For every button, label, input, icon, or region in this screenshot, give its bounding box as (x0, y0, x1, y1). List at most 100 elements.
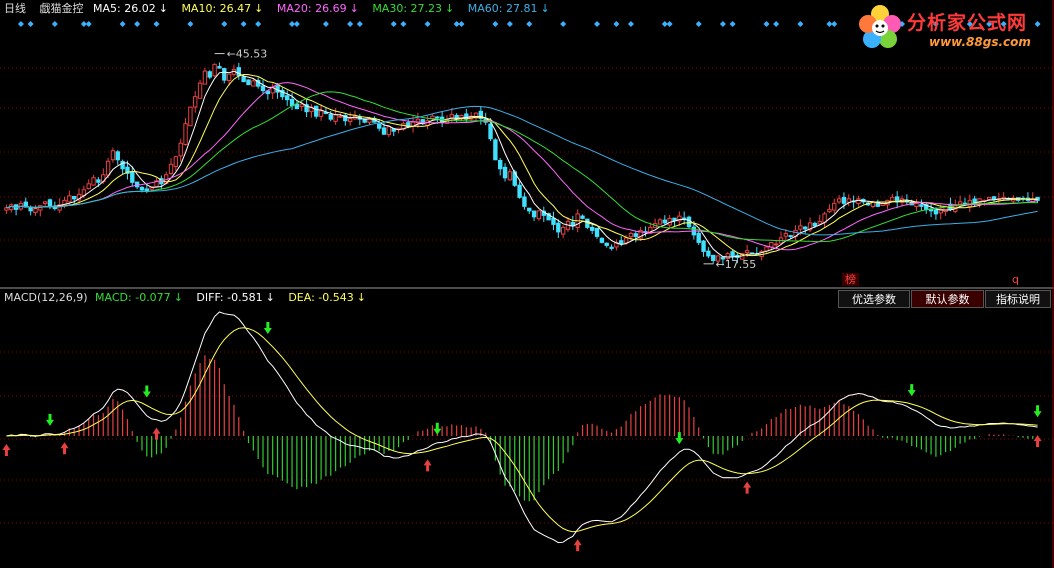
candle-down (696, 232, 701, 243)
candle-down (376, 123, 382, 129)
macd-value: MACD: -0.077 (95, 291, 171, 304)
buy-arrow-icon (60, 442, 69, 455)
candle-down (711, 254, 716, 261)
ma20-label: MA20: 26.69 (276, 2, 347, 15)
candle-down (812, 222, 818, 227)
rank-tag[interactable]: 榜 (842, 273, 859, 286)
indicator-help-button[interactable]: 指标说明 (985, 290, 1051, 308)
signal-diamond (221, 21, 228, 27)
candle-down (222, 68, 227, 81)
candle-down (933, 209, 939, 215)
candle-down (919, 204, 924, 207)
sell-arrow-icon (675, 432, 684, 445)
candle-down (604, 242, 609, 246)
candle-up (822, 213, 827, 223)
dea-arrow-icon: ↓ (356, 291, 366, 304)
default-params-button[interactable]: 默认参数 (911, 290, 984, 308)
candle-up (38, 205, 43, 211)
candle-down (328, 114, 333, 120)
candle-up (183, 123, 188, 145)
site-logo: 分析家公式网 www.88gs.com (855, 2, 1051, 54)
candle-down (556, 222, 561, 233)
signal-diamond (356, 21, 363, 27)
candle-up (386, 126, 392, 136)
candle-down (246, 79, 251, 86)
candle-up (744, 250, 750, 254)
ma5-label: MA5: 26.02 (93, 2, 156, 15)
candle-up (42, 201, 48, 204)
sell-arrow-icon (907, 384, 916, 397)
signal-diamond (613, 21, 620, 27)
signal-diamond (560, 21, 567, 27)
candle-down (47, 199, 53, 207)
signal-diamond (153, 21, 160, 27)
ma5-arrow-icon: ↓ (158, 2, 168, 15)
candle-down (551, 217, 556, 225)
candle-down (381, 127, 387, 135)
candle-down (788, 235, 793, 238)
main-chart-header: 日线 戯猫金控 MA5: 26.02 ↓ MA10: 26.47 ↓ MA20: 2… (4, 2, 560, 16)
candle-up (212, 63, 217, 77)
buy-arrow-icon (423, 459, 432, 472)
candle-down (527, 207, 532, 212)
candle-down (633, 233, 638, 237)
candle-up (856, 198, 861, 205)
signal-diamond (400, 21, 407, 27)
candle-down (241, 76, 246, 83)
candle-down (285, 95, 290, 101)
candle-down (488, 123, 493, 140)
candle-down (130, 171, 135, 183)
signal-diamond (695, 21, 702, 27)
candle-up (318, 110, 324, 117)
candle-down (619, 240, 624, 245)
candle-up (628, 232, 634, 238)
candle-down (730, 251, 735, 257)
candle-up (333, 114, 338, 122)
candle-down (517, 184, 522, 198)
candle-up (507, 171, 513, 181)
signal-diamond (293, 21, 300, 27)
macd-name: MACD(12,26,9) (4, 291, 88, 304)
candle-down (580, 215, 585, 219)
macd-arrow-icon: ↓ (173, 291, 183, 304)
candle-up (430, 115, 435, 120)
signal-diamond (119, 21, 126, 27)
candle-up (168, 163, 174, 174)
candle-up (173, 156, 179, 167)
candle-down (701, 240, 706, 252)
candle-up (193, 96, 198, 108)
candle-up (347, 117, 353, 123)
signal-diamond (390, 21, 397, 27)
q-tag[interactable]: q (1012, 273, 1019, 286)
optimize-params-button[interactable]: 优选参数 (838, 290, 910, 308)
candle-up (623, 237, 629, 244)
ma60-line (6, 105, 1038, 236)
signal-diamond (729, 21, 736, 27)
signal-diamond (719, 21, 726, 27)
buy-arrow-icon (152, 427, 161, 440)
candle-down (96, 179, 101, 183)
high-annotation: ←45.53 (227, 48, 268, 61)
signal-diamond (17, 21, 24, 27)
candle-down (502, 166, 508, 179)
signal-diamond (27, 21, 34, 27)
candle-down (134, 181, 140, 188)
candle-up (827, 208, 832, 213)
candle-up (773, 243, 779, 246)
candle-up (188, 106, 193, 127)
buy-arrow-icon (573, 539, 582, 552)
candle-up (846, 198, 851, 203)
candle-up (560, 226, 566, 235)
candle-down (599, 237, 605, 243)
signal-diamond (85, 21, 92, 27)
ma30-label: MA30: 27.23 (372, 2, 443, 15)
buy-arrow-icon (2, 444, 11, 456)
candle-up (536, 210, 542, 220)
signal-diamond (255, 21, 262, 27)
signal-diamond (51, 21, 58, 27)
dea-line (6, 327, 1038, 533)
ma60-label: MA60: 27.81 (467, 2, 538, 15)
diff-value: DIFF: -0.581 (196, 291, 263, 304)
candle-up (178, 142, 183, 157)
candle-up (914, 202, 919, 208)
